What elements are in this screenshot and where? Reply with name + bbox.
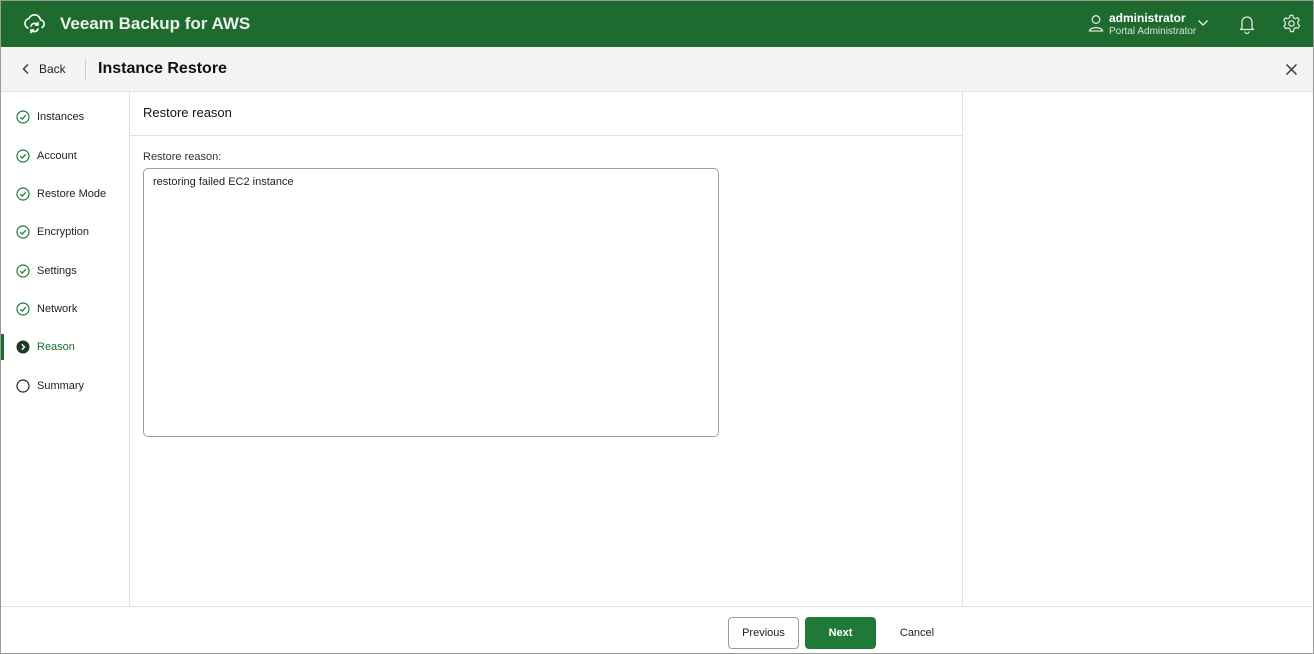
- app-window: Veeam Backup for AWS administrator Porta…: [0, 0, 1314, 654]
- top-bar: Veeam Backup for AWS administrator Porta…: [1, 1, 1313, 47]
- previous-button[interactable]: Previous: [728, 617, 799, 649]
- user-name[interactable]: administrator: [1109, 11, 1186, 25]
- step-instances[interactable]: Instances: [1, 102, 129, 132]
- restore-reason-label: Restore reason:: [143, 151, 222, 163]
- check-circle-icon: [16, 302, 30, 316]
- check-circle-icon: [16, 225, 30, 239]
- empty-circle-icon: [16, 379, 30, 393]
- step-label: Encryption: [37, 226, 89, 238]
- step-label: Account: [37, 150, 77, 162]
- main-content: Restore reason Restore reason: restoring…: [130, 92, 963, 606]
- close-icon[interactable]: [1283, 61, 1300, 78]
- step-restore-mode[interactable]: Restore Mode: [1, 179, 129, 209]
- step-account[interactable]: Account: [1, 141, 129, 171]
- wizard-footer: Previous Next Cancel: [1, 606, 1313, 653]
- step-label: Restore Mode: [37, 188, 107, 200]
- cloud-sync-icon: [24, 14, 45, 34]
- gear-icon[interactable]: [1282, 14, 1301, 33]
- page-title: Instance Restore: [98, 60, 227, 77]
- divider: [85, 59, 86, 80]
- wizard-steps: Instances Account Restore Mode Encryptio…: [1, 92, 130, 606]
- check-circle-icon: [16, 110, 30, 124]
- wizard-header: Back Instance Restore: [1, 47, 1313, 92]
- step-network[interactable]: Network: [1, 294, 129, 324]
- back-button[interactable]: Back: [15, 57, 72, 81]
- chevron-down-icon[interactable]: [1197, 18, 1209, 28]
- step-reason[interactable]: Reason: [1, 332, 129, 362]
- cancel-button[interactable]: Cancel: [885, 617, 949, 649]
- check-circle-icon: [16, 149, 30, 163]
- user-icon: [1088, 15, 1104, 32]
- app-title: Veeam Backup for AWS: [60, 14, 251, 33]
- restore-reason-textarea[interactable]: restoring failed EC2 instance: [143, 168, 719, 437]
- next-button[interactable]: Next: [805, 617, 876, 649]
- bell-icon[interactable]: [1238, 14, 1256, 34]
- check-circle-icon: [16, 264, 30, 278]
- check-circle-icon: [16, 187, 30, 201]
- back-label: Back: [39, 62, 66, 76]
- chevron-left-icon: [22, 64, 29, 74]
- chevron-right-circle-icon: [16, 340, 30, 354]
- step-summary[interactable]: Summary: [1, 371, 129, 401]
- step-settings[interactable]: Settings: [1, 256, 129, 286]
- step-label: Summary: [37, 380, 85, 392]
- step-label: Instances: [37, 111, 85, 123]
- step-encryption[interactable]: Encryption: [1, 217, 129, 247]
- step-label: Settings: [37, 265, 77, 277]
- user-role: Portal Administrator: [1109, 26, 1197, 37]
- section-header: Restore reason: [130, 92, 962, 136]
- step-label: Reason: [37, 341, 75, 353]
- section-title: Restore reason: [143, 105, 232, 120]
- step-label: Network: [37, 303, 78, 315]
